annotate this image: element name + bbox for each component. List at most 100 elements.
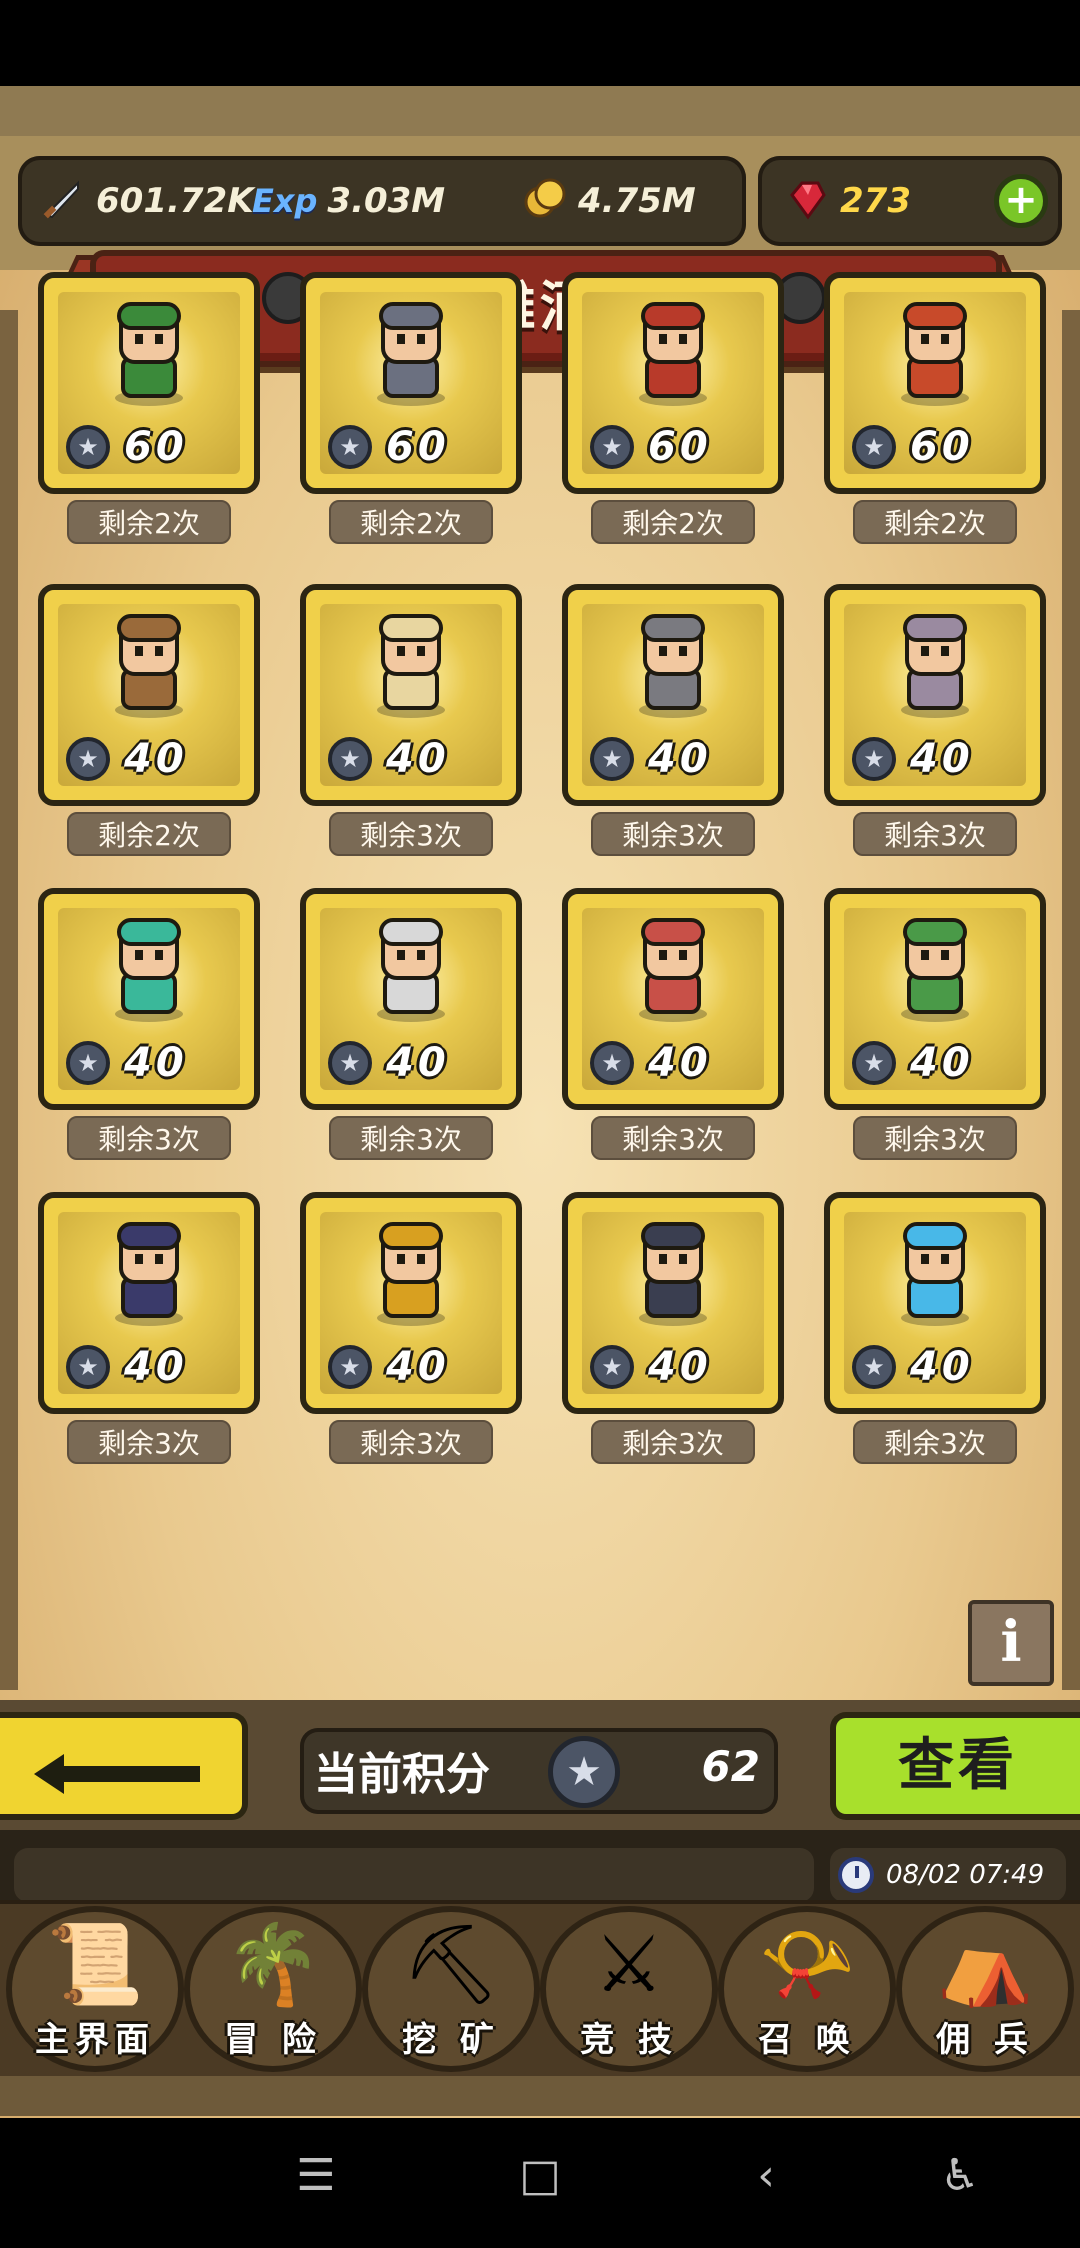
hero-card[interactable]: ★ 40 <box>300 888 522 1110</box>
attack-resource: 601.72K <box>38 156 254 246</box>
hero-cost: ★ 40 <box>852 1344 974 1390</box>
info-button[interactable]: i <box>968 1600 1054 1686</box>
remaining-uses-badge: 剩余3次 <box>853 1420 1017 1464</box>
nav-main-icon: 📜 <box>46 1920 144 2010</box>
star-coin-icon: ★ <box>852 737 896 781</box>
hero-cost-value: 40 <box>124 736 188 782</box>
arrow-left-icon <box>34 1754 200 1794</box>
right-frame <box>1062 310 1080 1690</box>
hero-cost: ★ 40 <box>328 1040 450 1086</box>
remaining-uses-badge: 剩余3次 <box>67 1116 231 1160</box>
gem-resource: 273 <box>782 156 911 246</box>
hero-portrait-icon <box>901 918 969 1022</box>
accessibility-icon[interactable]: ♿ <box>920 2150 1000 2201</box>
hero-card[interactable]: ★ 40 <box>562 888 784 1110</box>
star-coin-icon: ★ <box>590 737 634 781</box>
menu-icon[interactable]: ☰ <box>276 2150 356 2201</box>
hero-card[interactable]: ★ 60 <box>38 272 260 494</box>
hero-card[interactable]: ★ 60 <box>562 272 784 494</box>
remaining-uses-badge: 剩余3次 <box>329 1420 493 1464</box>
hero-cost-value: 40 <box>910 1040 974 1086</box>
hero-portrait-icon <box>377 918 445 1022</box>
hero-portrait-icon <box>901 302 969 406</box>
nav-main-label: 主界面 <box>35 2020 155 2060</box>
remaining-uses-badge: 剩余3次 <box>591 812 755 856</box>
exp-value: 3.03M <box>327 181 446 221</box>
hero-card[interactable]: ★ 40 <box>38 584 260 806</box>
hero-portrait-icon <box>377 302 445 406</box>
hero-card[interactable]: ★ 40 <box>562 1192 784 1414</box>
ruby-icon <box>782 175 830 227</box>
clock-text: 08/02 07:49 <box>886 1860 1045 1890</box>
hero-portrait-icon <box>639 302 707 406</box>
exp-icon: Exp <box>252 182 318 220</box>
add-gems-button[interactable]: + <box>994 174 1048 228</box>
hero-card[interactable]: ★ 40 <box>38 888 260 1110</box>
hero-cost-value: 40 <box>124 1040 188 1086</box>
nav-arena-icon: ⚔ <box>594 1920 664 2010</box>
star-coin-icon: ★ <box>328 1345 372 1389</box>
hero-cost: ★ 60 <box>590 424 712 470</box>
hero-cost-value: 40 <box>648 1344 712 1390</box>
score-value: 62 <box>701 1742 760 1791</box>
chat-message-field[interactable] <box>14 1848 814 1902</box>
left-frame <box>0 310 18 1690</box>
star-coin-icon: ★ <box>852 1041 896 1085</box>
hero-cost-value: 40 <box>910 1344 974 1390</box>
back-button[interactable] <box>0 1712 248 1820</box>
game-screen: 601.72K Exp 3.03M 4.75M 273 + 英雄酒馆 ★ 60 剩余… <box>0 0 1080 2248</box>
nav-mercenary-icon: ⛺ <box>936 1920 1034 2010</box>
star-coin-icon: ★ <box>852 1345 896 1389</box>
gold-coins-icon <box>522 176 568 226</box>
nav-mining-icon: ⛏ <box>401 1920 501 2010</box>
remaining-uses-badge: 剩余3次 <box>591 1420 755 1464</box>
star-coin-icon: ★ <box>590 1041 634 1085</box>
gold-value: 4.75M <box>578 181 696 221</box>
hero-card[interactable]: ★ 40 <box>824 584 1046 806</box>
nav-adventure-label: 冒 险 <box>224 2020 322 2060</box>
remaining-uses-badge: 剩余3次 <box>591 1116 755 1160</box>
hero-card[interactable]: ★ 40 <box>300 584 522 806</box>
hero-cost: ★ 40 <box>852 1040 974 1086</box>
remaining-uses-badge: 剩余2次 <box>67 500 231 544</box>
sword-icon <box>38 175 86 227</box>
remaining-uses-badge: 剩余3次 <box>329 812 493 856</box>
clock-panel: 08/02 07:49 <box>830 1848 1066 1902</box>
star-coin-icon: ★ <box>590 425 634 469</box>
hero-cost-value: 40 <box>124 1344 188 1390</box>
star-coin-icon: ★ <box>852 425 896 469</box>
star-coin-icon: ★ <box>66 1041 110 1085</box>
hero-portrait-icon <box>639 1222 707 1326</box>
hero-portrait-icon <box>115 1222 183 1326</box>
hero-card[interactable]: ★ 60 <box>300 272 522 494</box>
hero-card[interactable]: ★ 40 <box>824 888 1046 1110</box>
back-icon[interactable]: ‹ <box>726 2150 806 2201</box>
hero-cost: ★ 40 <box>66 1040 188 1086</box>
hero-cost-value: 40 <box>648 736 712 782</box>
hero-cost-value: 40 <box>386 736 450 782</box>
star-coin-icon: ★ <box>328 425 372 469</box>
hero-card[interactable]: ★ 40 <box>38 1192 260 1414</box>
hero-card[interactable]: ★ 40 <box>562 584 784 806</box>
home-icon[interactable]: □ <box>500 2150 580 2201</box>
attack-value: 601.72K <box>96 181 254 221</box>
hero-cost: ★ 40 <box>590 1344 712 1390</box>
nav-mercenary-label: 佣 兵 <box>936 2020 1034 2060</box>
remaining-uses-badge: 剩余2次 <box>67 812 231 856</box>
hero-cost: ★ 40 <box>66 1344 188 1390</box>
view-button[interactable]: 查看 <box>830 1712 1080 1820</box>
remaining-uses-badge: 剩余2次 <box>853 500 1017 544</box>
star-coin-icon: ★ <box>328 737 372 781</box>
hero-card[interactable]: ★ 40 <box>824 1192 1046 1414</box>
hero-portrait-icon <box>115 614 183 718</box>
remaining-uses-badge: 剩余3次 <box>67 1420 231 1464</box>
hero-cost-value: 60 <box>648 424 712 470</box>
hero-portrait-icon <box>377 614 445 718</box>
nav-summon-icon: 📯 <box>758 1920 856 2010</box>
exp-resource: Exp 3.03M <box>252 156 445 246</box>
hero-portrait-icon <box>901 1222 969 1326</box>
top-border <box>0 86 1080 136</box>
hero-card[interactable]: ★ 60 <box>824 272 1046 494</box>
hero-cost-value: 40 <box>386 1344 450 1390</box>
hero-card[interactable]: ★ 40 <box>300 1192 522 1414</box>
